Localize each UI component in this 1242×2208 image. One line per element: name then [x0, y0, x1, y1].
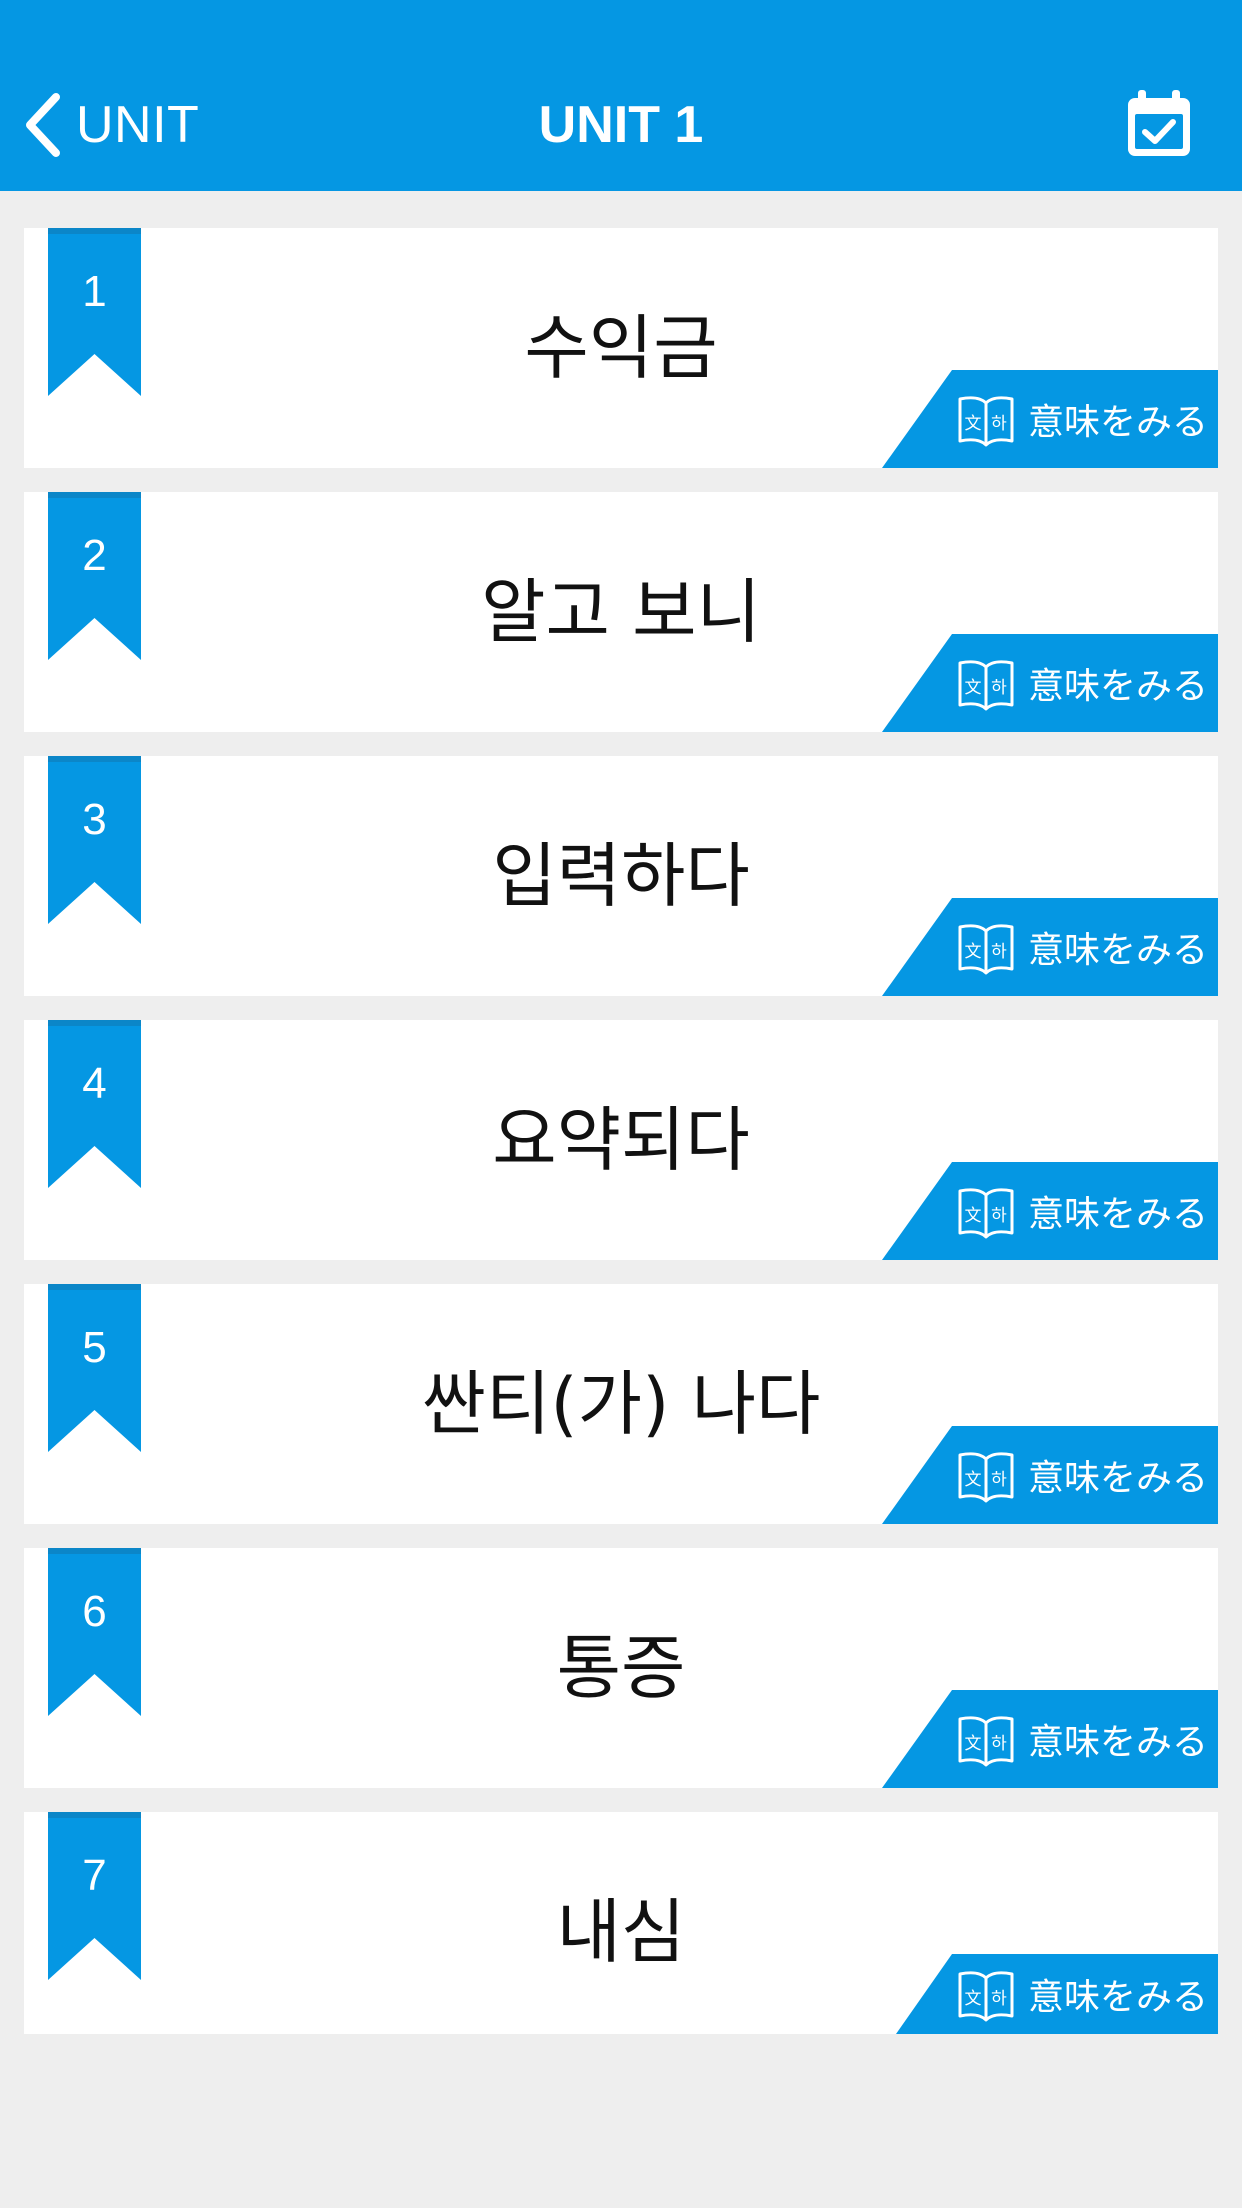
svg-text:文: 文	[965, 414, 982, 434]
list-item[interactable]: 7 내심 文 하 意味をみる	[24, 1812, 1218, 2034]
view-meaning-label: 意味をみる	[1028, 1194, 1209, 1235]
svg-text:하: 하	[991, 678, 1007, 698]
list-item[interactable]: 5 싼티(가) 나다 文 하 意味をみる	[24, 1284, 1218, 1524]
status-bar	[0, 0, 1242, 60]
open-book-icon: 文 하	[958, 396, 1014, 447]
svg-text:하: 하	[991, 1734, 1007, 1754]
view-meaning-button[interactable]: 文 하 意味をみる	[896, 1954, 1218, 2034]
svg-text:文: 文	[965, 1470, 982, 1490]
svg-text:하: 하	[991, 1989, 1007, 2009]
svg-text:文: 文	[965, 1206, 982, 1226]
open-book-icon: 文 하	[958, 1971, 1014, 2022]
list-item[interactable]: 3 입력하다 文 하 意味をみる	[24, 756, 1218, 996]
page-title: UNIT 1	[538, 96, 704, 154]
word-list: 1 수익금 文 하 意味をみる 2 알고 보니 文 하 意味をみる 3 입력하다…	[24, 228, 1218, 2058]
svg-text:文: 文	[965, 942, 982, 962]
svg-text:하: 하	[991, 942, 1007, 962]
list-item[interactable]: 1 수익금 文 하 意味をみる	[24, 228, 1218, 468]
view-meaning-button[interactable]: 文 하 意味をみる	[882, 898, 1218, 996]
svg-text:文: 文	[965, 1734, 982, 1754]
navigation-bar: UNIT UNIT 1	[0, 60, 1242, 191]
list-item[interactable]: 6 통증 文 하 意味をみる	[24, 1548, 1218, 1788]
view-meaning-button[interactable]: 文 하 意味をみる	[882, 1690, 1218, 1788]
open-book-icon: 文 하	[958, 1188, 1014, 1239]
view-meaning-button[interactable]: 文 하 意味をみる	[882, 634, 1218, 732]
open-book-icon: 文 하	[958, 660, 1014, 711]
svg-text:文: 文	[965, 678, 982, 698]
list-item[interactable]: 4 요약되다 文 하 意味をみる	[24, 1020, 1218, 1260]
calendar-button[interactable]	[1124, 90, 1194, 160]
view-meaning-button[interactable]: 文 하 意味をみる	[882, 370, 1218, 468]
view-meaning-button[interactable]: 文 하 意味をみる	[882, 1426, 1218, 1524]
svg-text:文: 文	[965, 1989, 982, 2009]
svg-text:하: 하	[991, 1206, 1007, 1226]
svg-text:하: 하	[991, 1470, 1007, 1490]
open-book-icon: 文 하	[958, 1452, 1014, 1503]
view-meaning-button[interactable]: 文 하 意味をみる	[882, 1162, 1218, 1260]
open-book-icon: 文 하	[958, 1716, 1014, 1767]
calendar-check-icon	[1128, 90, 1190, 156]
view-meaning-label: 意味をみる	[1028, 1977, 1209, 2018]
view-meaning-label: 意味をみる	[1028, 1458, 1209, 1499]
view-meaning-label: 意味をみる	[1028, 930, 1209, 971]
list-item[interactable]: 2 알고 보니 文 하 意味をみる	[24, 492, 1218, 732]
view-meaning-label: 意味をみる	[1028, 666, 1209, 707]
open-book-icon: 文 하	[958, 924, 1014, 975]
svg-text:하: 하	[991, 414, 1007, 434]
view-meaning-label: 意味をみる	[1028, 1722, 1209, 1763]
view-meaning-label: 意味をみる	[1028, 402, 1209, 443]
